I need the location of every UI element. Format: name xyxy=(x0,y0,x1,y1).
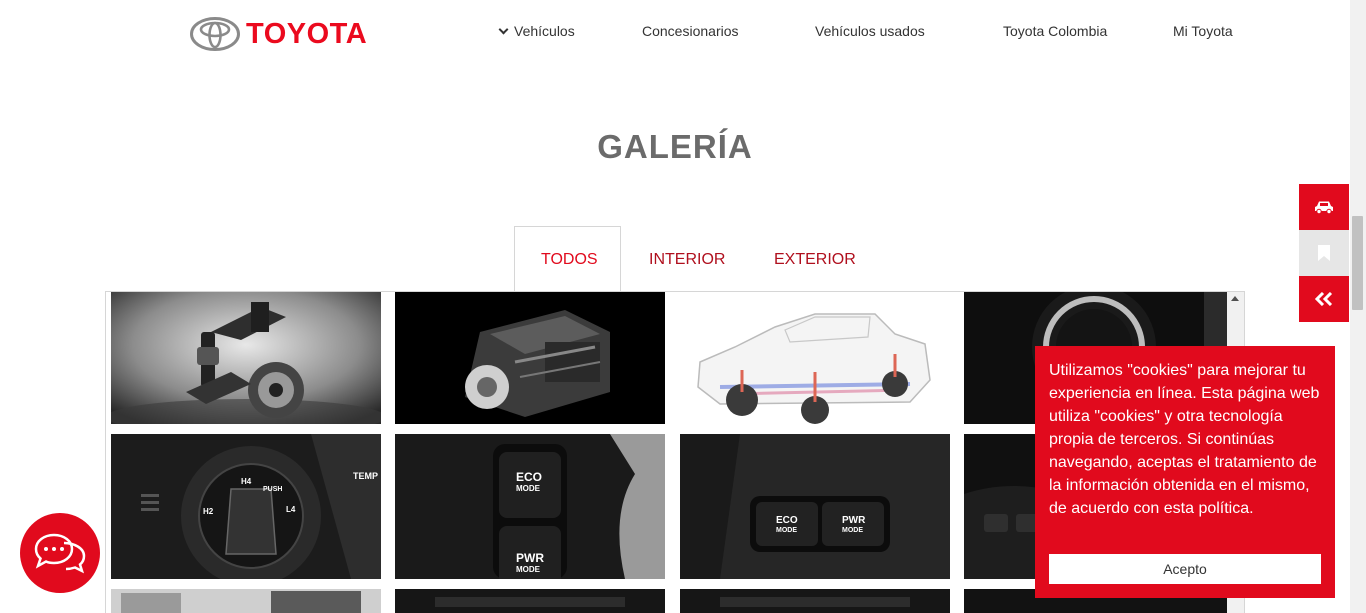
chat-bubbles-icon xyxy=(34,533,86,574)
side-vehicle-button[interactable] xyxy=(1299,184,1349,230)
gallery-thumb-row3-1[interactable] xyxy=(111,589,381,613)
nav-concesionarios[interactable]: Concesionarios xyxy=(642,22,739,40)
side-collapse-button[interactable] xyxy=(1299,276,1349,322)
eco-label: ECO xyxy=(776,515,798,526)
gallery-thumb-suspension[interactable] xyxy=(111,292,381,424)
gallery-thumb-row3-2[interactable] xyxy=(395,589,665,613)
tab-todos[interactable]: TODOS xyxy=(541,250,598,270)
eco-mode-label: MODE xyxy=(776,527,797,534)
dial-photo: TEMP H4 PUSH L4 H2 xyxy=(111,434,381,579)
nav-vehiculos-usados[interactable]: Vehículos usados xyxy=(815,22,925,40)
gallery-thumb-4wd-selector[interactable]: TEMP H4 PUSH L4 H2 xyxy=(111,434,381,579)
tab-exterior[interactable]: EXTERIOR xyxy=(774,250,856,270)
pwr-label: PWR xyxy=(516,551,544,565)
brand-wordmark: TOYOTA xyxy=(246,18,368,50)
interior-photo xyxy=(111,589,381,613)
page-scrollbar-thumb[interactable] xyxy=(1352,216,1363,310)
dial-label-h4: H4 xyxy=(241,477,252,486)
chevron-down-icon xyxy=(498,24,509,35)
suspension-photo xyxy=(111,292,381,424)
dial-label-l4: L4 xyxy=(286,505,296,514)
dial-label-push: PUSH xyxy=(263,486,282,493)
cookie-banner: Utilizamos "cookies" para mejorar tu exp… xyxy=(1035,346,1335,598)
nav-toyota-colombia[interactable]: Toyota Colombia xyxy=(1003,22,1107,40)
cookie-text: Utilizamos "cookies" para mejorar tu exp… xyxy=(1049,362,1320,517)
toyota-emblem-icon xyxy=(190,17,240,51)
gallery-thumb-mode-buttons-vertical[interactable]: ECO MODE PWR MODE xyxy=(395,434,665,579)
pwr-mode-label: MODE xyxy=(842,527,863,534)
chassis-photo xyxy=(680,292,950,424)
interior-photo xyxy=(395,589,665,613)
toyota-logo[interactable]: TOYOTA xyxy=(190,17,367,51)
mode-buttons-photo: ECO MODE PWR MODE xyxy=(680,434,950,579)
gallery-thumb-engine[interactable] xyxy=(395,292,665,424)
scroll-up-arrow-icon[interactable] xyxy=(1231,296,1239,301)
side-bookmark-button[interactable] xyxy=(1299,230,1349,276)
site-header: TOYOTA Vehículos Concesionarios Vehículo… xyxy=(0,0,1350,70)
mode-buttons-photo: ECO MODE PWR MODE xyxy=(395,434,665,579)
gallery-thumb-row3-3[interactable] xyxy=(680,589,950,613)
interior-photo xyxy=(680,589,950,613)
tab-interior[interactable]: INTERIOR xyxy=(649,250,725,270)
nav-vehiculos[interactable]: Vehículos xyxy=(498,22,575,40)
engine-photo xyxy=(395,292,665,424)
cookie-accept-button[interactable]: Acepto xyxy=(1049,554,1321,584)
eco-label: ECO xyxy=(516,470,542,484)
chat-button[interactable] xyxy=(20,513,100,593)
dial-label-h2: H2 xyxy=(203,507,214,516)
gallery-thumb-mode-buttons-horizontal[interactable]: ECO MODE PWR MODE xyxy=(680,434,950,579)
dial-label-temp: TEMP xyxy=(353,471,378,481)
double-chevron-left-icon xyxy=(1315,292,1333,306)
gallery-title: GALERÍA xyxy=(597,128,753,165)
pwr-label: PWR xyxy=(842,515,866,526)
pwr-mode-label: MODE xyxy=(516,565,541,574)
eco-mode-label: MODE xyxy=(516,484,541,493)
nav-mi-toyota[interactable]: Mi Toyota xyxy=(1173,22,1233,40)
gallery-thumb-chassis[interactable] xyxy=(680,292,950,424)
bookmark-icon xyxy=(1318,245,1330,261)
nav-label: Vehículos xyxy=(514,23,575,39)
car-icon xyxy=(1315,201,1333,214)
